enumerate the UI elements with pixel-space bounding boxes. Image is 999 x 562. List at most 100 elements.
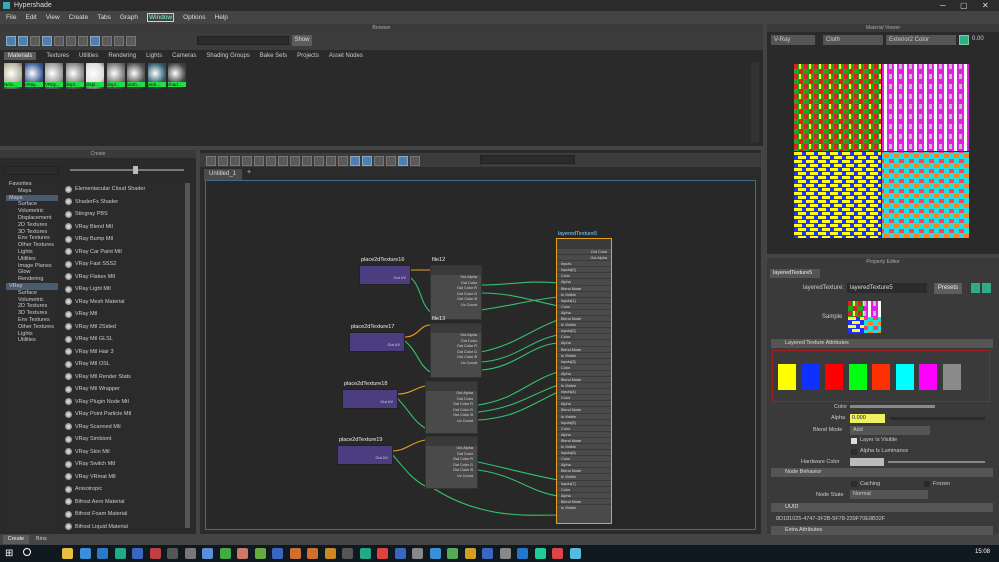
taskbar-app-icon[interactable] [219, 548, 231, 559]
caching-checkbox[interactable] [851, 481, 857, 487]
file-node-12[interactable]: Out Alpha Out Color Out Color R Out Color G… [430, 265, 482, 320]
uv-connection [397, 385, 426, 395]
place2d-node-19[interactable]: Out UV [337, 445, 393, 465]
alpha-field[interactable]: 0.000 [850, 414, 885, 423]
frozen-checkbox[interactable] [924, 481, 930, 487]
connection [477, 371, 559, 406]
hardware-color-label: Hardware Color [801, 459, 840, 465]
taskbar-app-icon[interactable] [184, 548, 196, 559]
taskbar-app-icon[interactable] [167, 548, 178, 559]
taskbar-app-icon[interactable] [394, 548, 406, 559]
taskbar-app-icon[interactable] [237, 548, 248, 559]
node-behavior-section[interactable]: Node Behavior [771, 468, 993, 477]
taskbar-app-icon[interactable] [62, 548, 73, 559]
taskbar-app-icon[interactable] [114, 548, 126, 559]
taskbar-app-icon[interactable] [272, 548, 283, 559]
copy-tab-icon[interactable] [982, 283, 991, 293]
color-slider[interactable] [850, 405, 935, 408]
taskbar-app-icon[interactable] [132, 548, 143, 559]
tab-bins[interactable]: Bins [36, 536, 47, 542]
node-name-field[interactable]: layeredTexture5 [847, 283, 927, 293]
hardware-color-swatch[interactable] [850, 458, 884, 466]
property-tab[interactable]: layeredTexture5 [770, 269, 820, 278]
node-state-dropdown[interactable]: Normal [850, 490, 928, 499]
taskbar-app-icon[interactable] [534, 548, 546, 559]
taskbar-app-icon[interactable] [552, 548, 563, 559]
exposure-value[interactable]: 0.00 [972, 36, 984, 42]
layered-attrs-section[interactable]: Layered Texture Attributes [771, 339, 993, 348]
blend-mode-dropdown[interactable]: Add [850, 426, 930, 435]
taskbar-app-icon[interactable] [79, 548, 91, 559]
taskbar-app-icon[interactable] [482, 548, 493, 559]
layer-color-chip[interactable] [778, 364, 796, 390]
renderer-dropdown[interactable]: V-Ray [771, 35, 815, 45]
taskbar-app-icon[interactable] [359, 548, 371, 559]
node-port-label: Uv Coord [456, 473, 473, 478]
node-swatch-bar [431, 266, 481, 275]
viewer-title: Material Viewer [767, 24, 999, 32]
layer-color-chip[interactable] [919, 364, 937, 390]
taskbar-app-icon[interactable] [377, 548, 388, 559]
node-port-label: Is Visible [557, 503, 611, 510]
taskbar-app-icon[interactable] [447, 548, 458, 559]
layer-color-chip[interactable] [895, 364, 914, 390]
extra-attrs-section[interactable]: Extra Attributes [771, 526, 993, 535]
taskbar-app-icon[interactable] [97, 548, 108, 559]
file-node-15[interactable]: Out Alpha Out Color Out Color R Out Color G… [425, 436, 478, 489]
taskbar-app-icon[interactable] [324, 548, 336, 559]
geometry-dropdown[interactable]: Cloth [823, 35, 883, 45]
connection [480, 281, 559, 286]
taskbar-app-icon[interactable] [307, 548, 318, 559]
node-title-place2d17: place2dTexture17 [351, 324, 395, 330]
layered-texture-node[interactable]: Out Color Out Alpha Inputs Inputs[0] Color Al… [556, 238, 612, 524]
taskbar-app-icon[interactable] [499, 548, 511, 559]
alpha-luminance-checkbox[interactable] [851, 449, 857, 455]
connection [389, 451, 426, 487]
taskbar-app-icon[interactable] [517, 548, 528, 559]
node-port-label: Uv Coord [460, 302, 477, 307]
file-node-14[interactable]: Out Alpha Out Color Out Color R Out Color G… [425, 381, 478, 434]
taskbar-app-icon[interactable] [149, 548, 161, 559]
taskbar-app-icon[interactable] [464, 548, 476, 559]
connection [404, 340, 431, 373]
node-name-label: layeredTexture: [803, 285, 845, 291]
connection [477, 469, 559, 497]
uuid-section[interactable]: UUID [771, 503, 993, 512]
node-port-label: Uv Coord [460, 360, 477, 365]
hardware-color-slider[interactable] [888, 461, 985, 463]
connection [410, 277, 433, 314]
out-uv-label: Out UV [380, 400, 393, 404]
layer-color-chip[interactable] [872, 364, 890, 390]
taskbar-app-icon[interactable] [202, 548, 213, 559]
sample-swatch [848, 301, 881, 333]
property-editor-title: Property Editor [767, 258, 999, 266]
layer-visible-checkbox[interactable] [851, 438, 857, 444]
layer-color-chip[interactable] [801, 364, 820, 390]
taskbar-app-icon[interactable] [569, 548, 581, 559]
layer-color-chip[interactable] [825, 364, 843, 390]
taskbar-app-icon[interactable] [254, 548, 266, 559]
node-swatch-bar [426, 437, 477, 446]
taskbar-app-icon[interactable] [289, 548, 301, 559]
taskbar-app-icon[interactable] [429, 548, 441, 559]
focus-icon[interactable] [971, 283, 980, 293]
windows-start-icon[interactable]: ⊞ [5, 548, 13, 559]
material-preview-image [794, 64, 969, 238]
node-swatch-bar [431, 324, 481, 333]
search-icon[interactable] [23, 548, 31, 556]
presets-button[interactable]: Presets [934, 283, 962, 294]
layer-color-chip[interactable] [848, 364, 867, 390]
file-node-13[interactable]: Out Alpha Out Color Out Color R Out Color G… [430, 323, 482, 378]
place2d-node-18[interactable]: Out UV [342, 389, 398, 409]
tab-create[interactable]: Create [3, 535, 29, 544]
taskbar-app-icon[interactable] [412, 548, 423, 559]
taskbar-app-icon[interactable] [342, 548, 353, 559]
alpha-slider[interactable] [890, 417, 985, 420]
place2d-node-16[interactable]: Out UV [359, 265, 411, 285]
render-icon[interactable] [959, 35, 969, 45]
out-uv-label: Out UV [375, 456, 388, 460]
environment-dropdown[interactable]: Exterior2 Color [886, 35, 956, 45]
place2d-node-17[interactable]: Out UV [349, 332, 405, 352]
connection [480, 319, 559, 353]
layer-color-chip[interactable] [942, 364, 961, 390]
